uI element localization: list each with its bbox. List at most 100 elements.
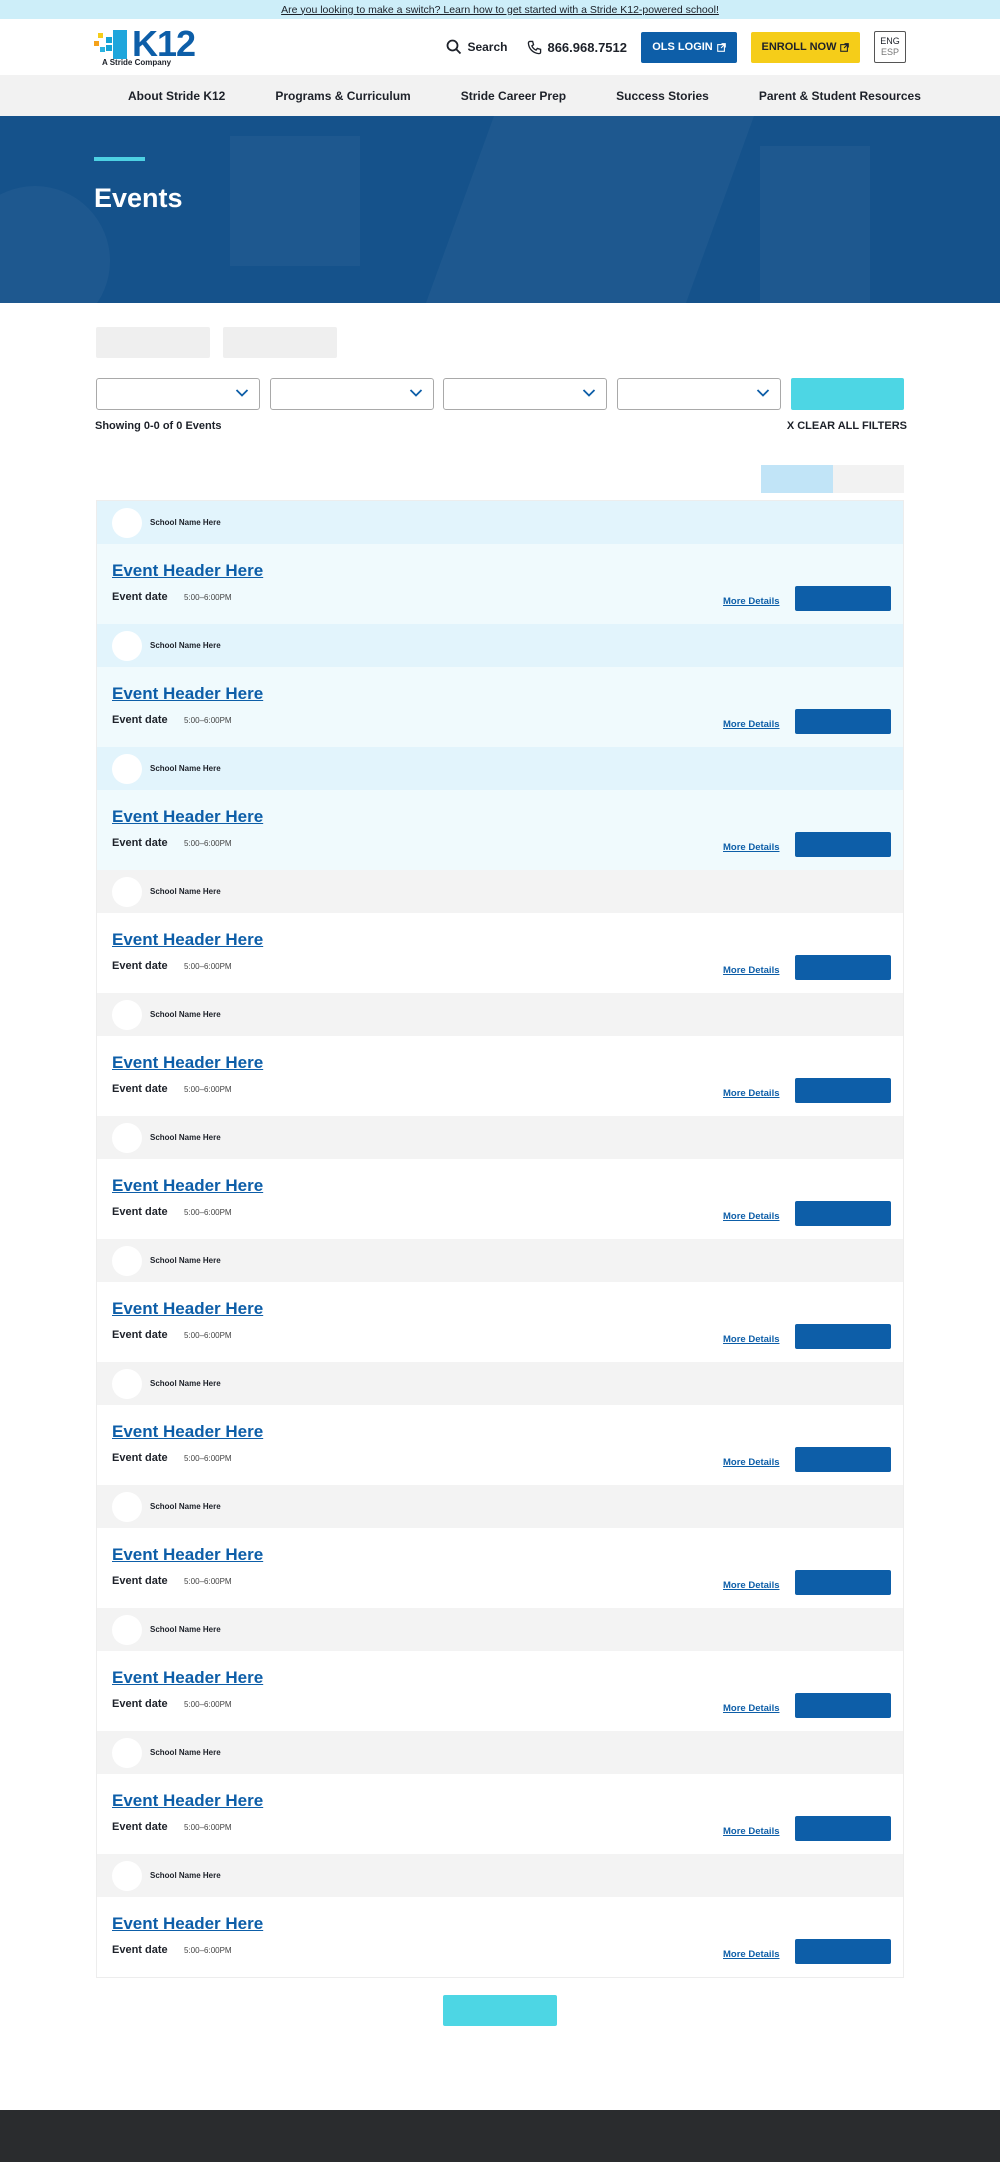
announcement-link[interactable]: Are you looking to make a switch? Learn … <box>281 4 719 16</box>
register-button[interactable] <box>795 1324 891 1349</box>
more-details-link[interactable]: More Details <box>723 1580 780 1591</box>
more-details-link[interactable]: More Details <box>723 1334 780 1345</box>
event-date-label: Event date <box>112 1083 168 1095</box>
search-button[interactable]: Search <box>446 39 507 55</box>
school-avatar <box>112 1368 142 1399</box>
view-toggle-active[interactable] <box>761 465 833 493</box>
filter-select-1[interactable] <box>96 378 260 410</box>
more-details-link[interactable]: More Details <box>723 1211 780 1222</box>
event-title-link[interactable]: Event Header Here <box>112 1299 263 1319</box>
event-date-label: Event date <box>112 1575 168 1587</box>
event-body: Event Header Here Event date 5:00–6:00PM Mo… <box>97 1282 903 1362</box>
register-button[interactable] <box>795 955 891 980</box>
language-toggle[interactable]: ENG ESP <box>874 31 906 63</box>
more-details-link[interactable]: More Details <box>723 1703 780 1714</box>
event-school-header: School Name Here <box>97 747 903 790</box>
filter-select-3[interactable] <box>443 378 607 410</box>
register-button[interactable] <box>795 1693 891 1718</box>
event-item: School Name Here Event Header Here Event d… <box>97 1485 903 1608</box>
register-button[interactable] <box>795 832 891 857</box>
load-more-button[interactable] <box>443 1995 557 2026</box>
phone-icon <box>528 40 542 54</box>
register-button[interactable] <box>795 1447 891 1472</box>
more-details-link[interactable]: More Details <box>723 1826 780 1837</box>
more-details-link[interactable]: More Details <box>723 1457 780 1468</box>
event-item: School Name Here Event Header Here Event d… <box>97 1362 903 1485</box>
event-title-link[interactable]: Event Header Here <box>112 1791 263 1811</box>
filter-select-2[interactable] <box>270 378 434 410</box>
apply-filters-button[interactable] <box>791 378 904 410</box>
event-title-link[interactable]: Event Header Here <box>112 561 263 581</box>
event-item: School Name Here Event Header Here Event d… <box>97 1731 903 1854</box>
register-button[interactable] <box>795 1201 891 1226</box>
ols-login-button[interactable]: OLS LOGIN <box>641 31 737 63</box>
phone-link[interactable]: 866.968.7512 <box>527 40 627 55</box>
event-title-link[interactable]: Event Header Here <box>112 1422 263 1442</box>
school-avatar <box>112 753 142 784</box>
chevron-down-icon <box>235 389 249 397</box>
event-time: 5:00–6:00PM <box>184 1085 232 1094</box>
event-time: 5:00–6:00PM <box>184 1946 232 1955</box>
event-date-label: Event date <box>112 837 168 849</box>
register-button[interactable] <box>795 709 891 734</box>
nav-item-resources[interactable]: Parent & Student Resources <box>759 89 921 103</box>
school-name: School Name Here <box>150 641 221 650</box>
event-title-link[interactable]: Event Header Here <box>112 807 263 827</box>
event-body: Event Header Here Event date 5:00–6:00PM Mo… <box>97 1774 903 1854</box>
event-item: School Name Here Event Header Here Event d… <box>97 993 903 1116</box>
filter-select-4[interactable] <box>617 378 781 410</box>
event-time: 5:00–6:00PM <box>184 1331 232 1340</box>
event-body: Event Header Here Event date 5:00–6:00PM Mo… <box>97 790 903 870</box>
event-title-link[interactable]: Event Header Here <box>112 1668 263 1688</box>
event-item: School Name Here Event Header Here Event d… <box>97 1854 903 1977</box>
school-name: School Name Here <box>150 1871 221 1880</box>
event-body: Event Header Here Event date 5:00–6:00PM Mo… <box>97 913 903 993</box>
event-body: Event Header Here Event date 5:00–6:00PM Mo… <box>97 1651 903 1731</box>
event-time: 5:00–6:00PM <box>184 716 232 725</box>
register-button[interactable] <box>795 586 891 611</box>
event-time: 5:00–6:00PM <box>184 1577 232 1586</box>
event-title-link[interactable]: Event Header Here <box>112 1053 263 1073</box>
event-date-label: Event date <box>112 1944 168 1956</box>
event-date-label: Event date <box>112 1821 168 1833</box>
event-body: Event Header Here Event date 5:00–6:00PM Mo… <box>97 1528 903 1608</box>
event-school-header: School Name Here <box>97 1362 903 1405</box>
clear-all-filters-button[interactable]: X CLEAR ALL FILTERS <box>787 420 907 432</box>
event-body: Event Header Here Event date 5:00–6:00PM Mo… <box>97 1897 903 1977</box>
nav-item-career-prep[interactable]: Stride Career Prep <box>461 89 566 103</box>
register-button[interactable] <box>795 1078 891 1103</box>
external-link-icon <box>716 42 726 52</box>
event-item: School Name Here Event Header Here Event d… <box>97 1116 903 1239</box>
filter-tab-1[interactable] <box>96 327 210 358</box>
more-details-link[interactable]: More Details <box>723 596 780 607</box>
event-school-header: School Name Here <box>97 993 903 1036</box>
register-button[interactable] <box>795 1939 891 1964</box>
event-school-header: School Name Here <box>97 1854 903 1897</box>
hero-accent-bar <box>94 157 145 161</box>
filter-tab-2[interactable] <box>223 327 337 358</box>
school-avatar <box>112 999 142 1030</box>
more-details-link[interactable]: More Details <box>723 1949 780 1960</box>
view-toggle[interactable] <box>761 465 904 493</box>
event-title-link[interactable]: Event Header Here <box>112 1176 263 1196</box>
nav-item-success-stories[interactable]: Success Stories <box>616 89 709 103</box>
event-title-link[interactable]: Event Header Here <box>112 1914 263 1934</box>
search-label: Search <box>467 40 508 54</box>
event-title-link[interactable]: Event Header Here <box>112 684 263 704</box>
more-details-link[interactable]: More Details <box>723 719 780 730</box>
k12-logo[interactable]: K12 A Stride Company <box>94 26 196 67</box>
event-title-link[interactable]: Event Header Here <box>112 930 263 950</box>
more-details-link[interactable]: More Details <box>723 842 780 853</box>
event-time: 5:00–6:00PM <box>184 1823 232 1832</box>
event-title-link[interactable]: Event Header Here <box>112 1545 263 1565</box>
register-button[interactable] <box>795 1570 891 1595</box>
more-details-link[interactable]: More Details <box>723 1088 780 1099</box>
register-button[interactable] <box>795 1816 891 1841</box>
more-details-link[interactable]: More Details <box>723 965 780 976</box>
event-date-label: Event date <box>112 1329 168 1341</box>
enroll-now-button[interactable]: ENROLL NOW <box>751 31 860 63</box>
nav-item-about[interactable]: About Stride K12 <box>128 89 225 103</box>
hero-deco-rect <box>760 146 870 303</box>
nav-item-programs[interactable]: Programs & Curriculum <box>275 89 410 103</box>
school-name: School Name Here <box>150 1748 221 1757</box>
